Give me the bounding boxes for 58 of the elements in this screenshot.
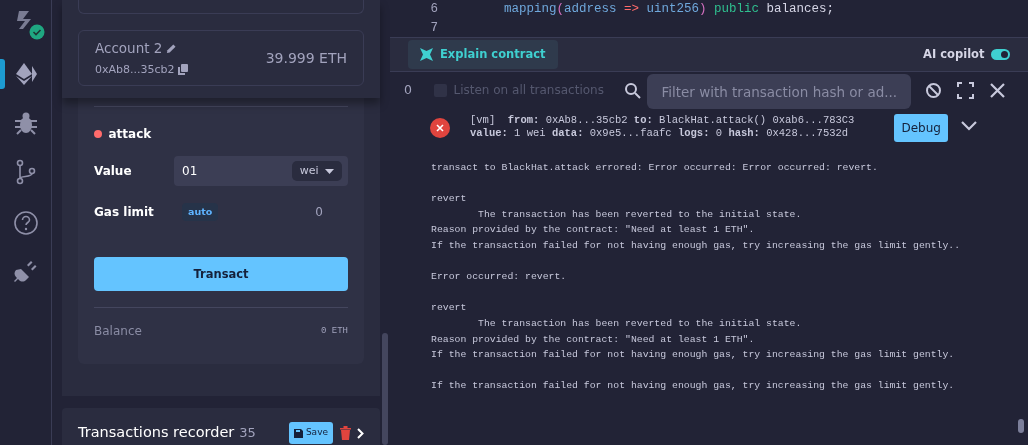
search-icon[interactable] bbox=[623, 81, 641, 99]
transaction-summary: [vm] from: 0xAb8...35cb2 to: BlackHat.attack() 0xab6...783C3 bbox=[470, 114, 855, 127]
line-number: 6 bbox=[429, 0, 438, 18]
help-icon[interactable] bbox=[12, 210, 39, 236]
copy-icon[interactable] bbox=[177, 64, 188, 76]
gas-limit-label: Gas limit bbox=[94, 204, 155, 222]
chevron-down-icon[interactable] bbox=[960, 120, 977, 131]
recorder-count: 35 bbox=[239, 424, 256, 443]
gas-limit-value: 0 bbox=[315, 204, 323, 222]
log-line: The transaction has been reverted to the initial state. bbox=[477, 207, 803, 222]
balance-value: 0 ETH bbox=[321, 324, 348, 338]
log-line: revert bbox=[431, 301, 468, 316]
debug-button[interactable]: Debug bbox=[894, 114, 948, 142]
block-icon[interactable] bbox=[925, 81, 943, 99]
scrollbar[interactable] bbox=[1018, 419, 1024, 433]
pencil-icon[interactable] bbox=[165, 42, 177, 54]
account-address: 0xAb8...35cb2 bbox=[95, 61, 175, 78]
balance-label: Balance bbox=[94, 323, 142, 341]
account-card[interactable]: Account 2 0xAb8...35cb2 39.999 ETH bbox=[78, 30, 364, 86]
value-label: Value bbox=[94, 163, 133, 180]
log-line: If the transaction failed for not having enough gas, try increasing the gas limit gently. bbox=[431, 348, 956, 363]
log-line: Reason provided by the contract: "Need at least 1 ETH". bbox=[431, 332, 756, 347]
log-line: If the transaction failed for not having enough gas, try increasing the gas limit gently. bbox=[431, 379, 956, 394]
transaction-details: value: 1 wei data: 0x9e5...faafc logs: 0 hash: 0x428...7532d bbox=[470, 127, 850, 140]
log-line: The transaction has been reverted to the initial state. bbox=[477, 316, 803, 331]
code-line: mapping(address => uint256) public balances; bbox=[504, 0, 835, 18]
log-line: revert bbox=[431, 192, 468, 207]
transact-button[interactable]: Transact bbox=[94, 257, 348, 292]
account-balance: 39.999 ETH bbox=[265, 48, 347, 68]
transaction-count: 0 bbox=[404, 80, 413, 99]
floppy-icon bbox=[293, 428, 303, 438]
chevron-right-icon[interactable] bbox=[357, 427, 364, 439]
value-field[interactable]: 01 wei bbox=[174, 156, 348, 186]
sparkle-icon bbox=[420, 48, 433, 61]
auto-toggle[interactable]: auto bbox=[182, 203, 219, 222]
scrollbar[interactable] bbox=[382, 333, 388, 445]
account-name: Account 2 bbox=[95, 39, 163, 58]
log-line: Reason provided by the contract: "Need at least 1 ETH". bbox=[431, 223, 756, 238]
explain-contract-button[interactable]: Explain contract bbox=[408, 39, 558, 70]
caret-icon bbox=[325, 168, 334, 174]
log-line: If the transaction failed for not having enough gas, try increasing the gas limit gently.. bbox=[431, 238, 962, 253]
line-number: 7 bbox=[429, 19, 438, 37]
error-icon bbox=[430, 118, 450, 138]
save-button[interactable]: Save bbox=[288, 422, 333, 444]
recorder-title: Transactions recorder bbox=[78, 423, 235, 443]
bug-icon[interactable] bbox=[12, 110, 39, 136]
copilot-label: AI copilot bbox=[923, 45, 985, 63]
log-line: Error occurred: revert. bbox=[431, 270, 568, 285]
log-line: transact to BlackHat.attack errored: Error occurred: Error occurred: revert. bbox=[431, 161, 879, 175]
fullscreen-icon[interactable] bbox=[957, 81, 975, 99]
plug-icon[interactable] bbox=[12, 259, 39, 285]
copilot-toggle[interactable] bbox=[991, 49, 1010, 60]
filter-field[interactable]: Filter with transaction hash or ad... bbox=[647, 74, 912, 109]
close-icon[interactable] bbox=[989, 81, 1007, 99]
listen-label: Listen on all transactions bbox=[453, 82, 604, 99]
unit-dropdown[interactable]: wei bbox=[291, 160, 342, 182]
trash-icon[interactable] bbox=[339, 426, 351, 440]
function-name: attack bbox=[108, 126, 152, 143]
